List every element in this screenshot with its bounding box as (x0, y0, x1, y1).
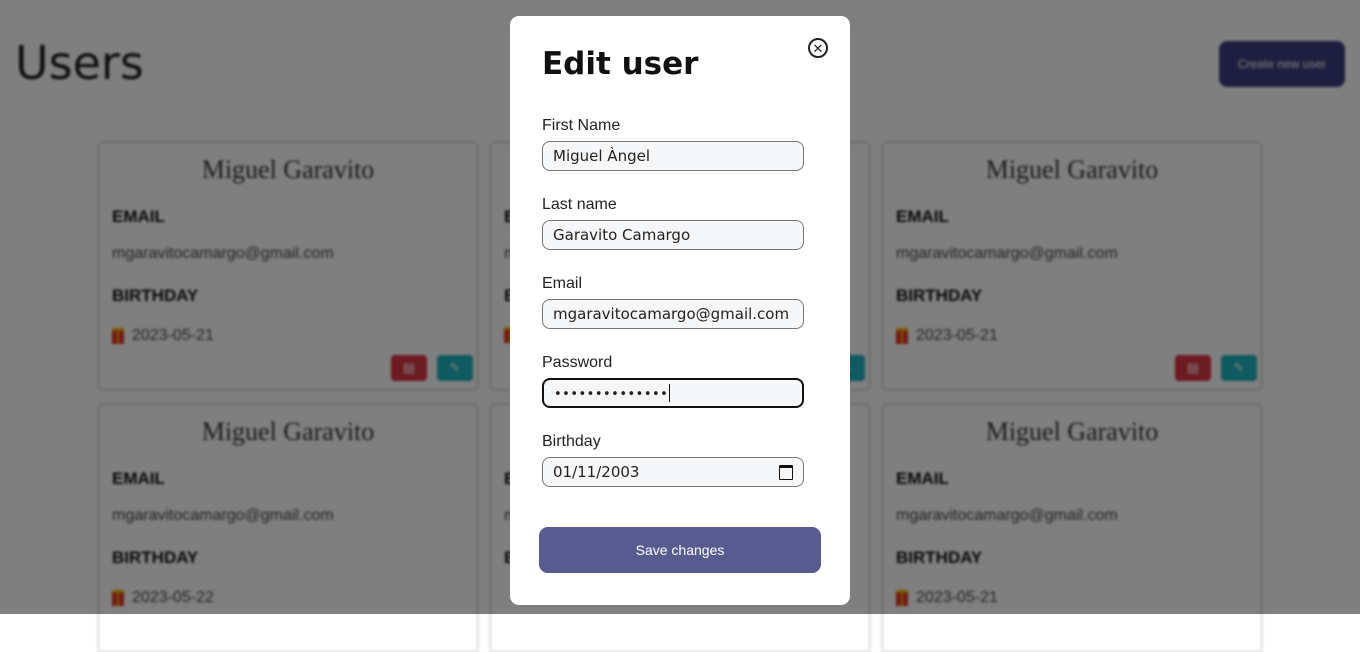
text-caret (669, 384, 671, 403)
password-label: Password (542, 354, 613, 371)
first-name-input[interactable]: Miguel Àngel (542, 141, 804, 171)
birthday-label: Birthday (542, 433, 601, 450)
birthday-date-input[interactable]: 01/11/2003 (542, 457, 804, 487)
modal-title: Edit user (542, 46, 699, 82)
close-modal-button[interactable]: ✕ (808, 38, 828, 58)
last-name-label: Last name (542, 196, 617, 213)
email-input[interactable]: mgaravitocamargo@gmail.com (542, 299, 804, 329)
last-name-input[interactable]: Garavito Camargo (542, 220, 804, 250)
password-input[interactable]: •••••••••••••• (542, 378, 804, 408)
close-circle-icon: ✕ (812, 40, 824, 56)
edit-user-modal: Edit user ✕ First Name Miguel Àngel Last… (510, 16, 850, 605)
email-label: Email (542, 275, 583, 292)
calendar-icon[interactable] (779, 464, 793, 480)
save-changes-button[interactable]: Save changes (539, 527, 821, 573)
first-name-label: First Name (542, 117, 621, 134)
